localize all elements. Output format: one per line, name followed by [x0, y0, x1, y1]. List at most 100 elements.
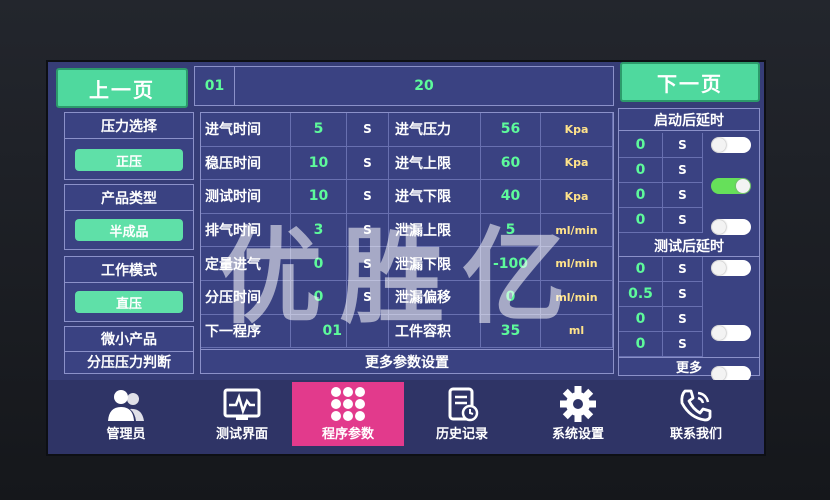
nav-history[interactable]: 历史记录 — [404, 380, 520, 446]
param-value[interactable]: -100 — [481, 247, 541, 281]
pressure-select-panel: 压力选择 正压 — [64, 112, 194, 180]
param-label: 进气时间 — [201, 113, 291, 147]
param-value[interactable]: 0 — [481, 281, 541, 315]
delay-value[interactable]: 0 — [619, 183, 663, 208]
param-value[interactable]: 40 — [481, 180, 541, 214]
work-mode-title: 工作模式 — [65, 257, 193, 283]
param-unit: Kpa — [541, 180, 613, 214]
pressure-select-title: 压力选择 — [65, 113, 193, 139]
param-unit: ml/min — [541, 247, 613, 281]
param-label: 进气上限 — [389, 146, 481, 181]
prev-page-button[interactable]: 上一页 — [56, 68, 188, 108]
nav-test-label: 测试界面 — [215, 427, 268, 442]
delay-toggle[interactable] — [711, 260, 751, 276]
delay-toggle[interactable] — [711, 178, 751, 194]
param-label: 泄漏下限 — [389, 247, 481, 281]
param-unit: S — [347, 113, 389, 147]
toggle-knob — [712, 261, 726, 275]
param-unit: S — [347, 146, 389, 181]
nav-test[interactable]: 测试界面 — [184, 380, 300, 446]
param-unit: S — [347, 213, 389, 248]
delay-unit: S — [663, 183, 703, 208]
param-value[interactable]: 10 — [291, 146, 347, 181]
param-unit: Kpa — [541, 113, 613, 147]
nav-contact[interactable]: 联系我们 — [638, 380, 754, 446]
work-mode-value[interactable]: 直压 — [75, 291, 183, 313]
page-range-bar: 01 20 — [194, 66, 614, 106]
param-unit: ml — [541, 314, 613, 349]
delay-toggle[interactable] — [711, 325, 751, 341]
micro-product-panel[interactable]: 微小产品 分压压力判断 — [64, 326, 194, 374]
pressure-select-value[interactable]: 正压 — [75, 149, 183, 171]
toggle-knob — [736, 179, 750, 193]
param-unit: ml/min — [541, 281, 613, 315]
hmi-screen: 上一页 01 20 下一页 压力选择 正压 产品类型 半成品 工作模式 直压 微… — [46, 60, 766, 456]
nav-program-params[interactable]: 程序参数 — [292, 382, 404, 446]
delay-unit: S — [663, 257, 703, 282]
param-label: 泄漏上限 — [389, 213, 481, 248]
test-delay-title: 测试后延时 — [619, 235, 759, 257]
page-end: 20 — [414, 78, 434, 94]
delay-value[interactable]: 0 — [619, 208, 663, 233]
param-value[interactable]: 0 — [291, 247, 347, 281]
param-value[interactable]: 10 — [291, 180, 347, 214]
param-value[interactable]: 56 — [481, 113, 541, 147]
delay-unit: S — [663, 282, 703, 307]
delay-unit: S — [663, 133, 703, 158]
bottom-nav: 管理员 测试界面 程序参数 历史记录 系统设置 联系我们 — [48, 380, 764, 454]
param-unit: Kpa — [541, 146, 613, 181]
delay-value[interactable]: 0 — [619, 133, 663, 158]
product-type-panel: 产品类型 半成品 — [64, 184, 194, 250]
delays-more-button[interactable]: 更多 — [619, 357, 759, 376]
param-value[interactable]: 5 — [291, 113, 347, 147]
nav-admin-label: 管理员 — [106, 427, 146, 442]
params-panel: 进气时间 5 S 稳压时间 10 S 测试时间 10 S 排气时间 3 S 定量进气 0 S 分压时间 0 S 下一… — [200, 112, 614, 374]
param-label: 工件容积 — [389, 314, 481, 349]
delay-toggle[interactable] — [711, 137, 751, 153]
page-start: 01 — [195, 67, 235, 105]
param-value[interactable]: 5 — [481, 213, 541, 248]
param-value[interactable]: 0 — [291, 281, 347, 315]
nav-admin[interactable]: 管理员 — [68, 380, 184, 446]
grid-dots-icon — [331, 387, 365, 421]
gear-icon — [560, 386, 596, 422]
next-page-button[interactable]: 下一页 — [620, 62, 760, 102]
param-label: 排气时间 — [201, 213, 291, 248]
param-value[interactable]: 35 — [481, 314, 541, 349]
delay-unit: S — [663, 307, 703, 332]
product-type-title: 产品类型 — [65, 185, 193, 211]
micro-product-line1: 微小产品 — [101, 332, 157, 348]
users-icon — [108, 390, 144, 421]
param-value[interactable]: 01 — [291, 314, 347, 349]
product-type-value[interactable]: 半成品 — [75, 219, 183, 241]
delay-unit: S — [663, 208, 703, 233]
toggle-knob — [712, 138, 726, 152]
param-label: 稳压时间 — [201, 146, 291, 181]
param-label: 进气下限 — [389, 180, 481, 214]
monitor-wave-icon — [223, 388, 261, 420]
delays-panel: 启动后延时 0S0S0S0S 测试后延时 0 S 0.5 S 0 S 0 S 更多 — [618, 108, 760, 454]
nav-system-settings[interactable]: 系统设置 — [520, 380, 636, 446]
nav-program-params-label: 程序参数 — [321, 427, 374, 442]
param-value[interactable]: 3 — [291, 213, 347, 248]
more-params-button[interactable]: 更多参数设置 — [201, 349, 613, 373]
delay-value[interactable]: 0.5 — [619, 282, 663, 307]
history-doc-icon — [448, 387, 479, 422]
toggle-knob — [712, 220, 726, 234]
param-label: 分压时间 — [201, 281, 291, 315]
toggle-knob — [712, 326, 726, 340]
delay-value[interactable]: 0 — [619, 332, 663, 357]
delay-value[interactable]: 0 — [619, 307, 663, 332]
delay-value[interactable]: 0 — [619, 257, 663, 282]
delay-value[interactable]: 0 — [619, 158, 663, 183]
delay-unit: S — [663, 158, 703, 183]
phone-icon — [680, 389, 712, 422]
micro-product-line2: 分压压力判断 — [65, 351, 193, 371]
nav-contact-label: 联系我们 — [669, 427, 722, 442]
param-value[interactable]: 60 — [481, 146, 541, 181]
nav-system-settings-label: 系统设置 — [551, 427, 604, 442]
delay-toggle[interactable] — [711, 219, 751, 235]
work-mode-panel: 工作模式 直压 — [64, 256, 194, 322]
start-delay-title: 启动后延时 — [619, 109, 759, 131]
param-label: 测试时间 — [201, 180, 291, 214]
